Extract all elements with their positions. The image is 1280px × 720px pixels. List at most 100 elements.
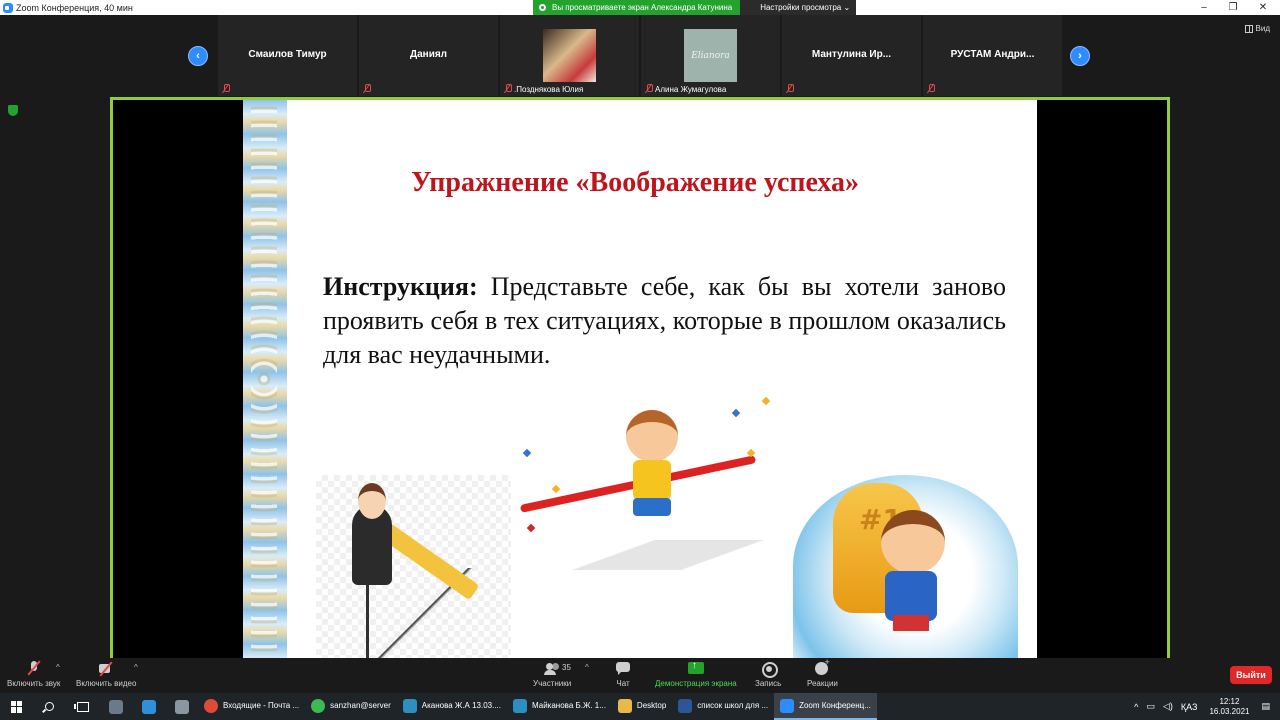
audio-options-caret[interactable]: ^ (56, 663, 60, 672)
avatar-logo-text: Elianora (691, 50, 730, 61)
reactions-button[interactable]: Реакции (807, 657, 838, 688)
windows-taskbar: Входящие - Почта ... sanzhan@server Акан… (0, 693, 1280, 720)
muted-mic-icon (222, 84, 230, 93)
participants-options-caret[interactable]: ^ (585, 663, 589, 672)
task-view-button[interactable] (66, 693, 99, 720)
participant-strip: Смаилов Тимур Даниял .Позднякова Юлия El… (218, 15, 1062, 96)
participant-tile[interactable]: Мантулина Ир... (782, 15, 921, 96)
windows-logo-icon (10, 700, 23, 713)
video-options-caret[interactable]: ^ (134, 663, 138, 672)
pinned-app-icon (174, 699, 189, 714)
language-indicator[interactable]: ҚАЗ (1181, 702, 1198, 712)
participant-tile[interactable]: Даниял (359, 15, 498, 96)
reactions-label: Реакции (807, 679, 838, 688)
confetti (731, 408, 741, 418)
taskbar-app-active[interactable]: Zoom Конференц... (774, 693, 877, 720)
presentation-slide: Упражнение «Воображение успеха» Инструкц… (243, 100, 1037, 658)
share-status-icon (539, 4, 546, 11)
search-button[interactable] (33, 693, 66, 720)
muted-mic-icon (786, 84, 794, 93)
participant-name: Даниял (409, 49, 448, 60)
confetti (522, 448, 532, 458)
view-options-button[interactable]: Настройки просмотра ⌄ (740, 0, 857, 15)
chat-label: Чат (616, 679, 630, 688)
tray-overflow-button[interactable]: ^ (1134, 702, 1138, 712)
share-screen-button[interactable]: Демонстрация экрана (655, 660, 737, 688)
shared-screen: Упражнение «Воображение успеха» Инструкц… (110, 97, 1170, 658)
start-video-label: Включить видео (76, 679, 137, 688)
pinned-app[interactable] (165, 693, 198, 720)
share-screen-label: Демонстрация экрана (655, 679, 737, 688)
girl-climbing-stairs-illustration (316, 475, 511, 658)
confetti (526, 523, 536, 533)
record-button[interactable]: Запись (755, 661, 781, 688)
mic-off-icon (26, 661, 42, 676)
word-icon (678, 698, 693, 713)
boy-head (626, 410, 678, 462)
muted-mic-icon (363, 84, 371, 93)
folder-icon (617, 698, 632, 713)
boy-head (881, 510, 945, 574)
close-button[interactable]: ✕ (1248, 0, 1278, 15)
participants-icon (544, 661, 560, 676)
taskbar-app[interactable]: список школ для ... (672, 693, 774, 720)
confetti (761, 396, 771, 406)
confetti (551, 484, 561, 494)
clock[interactable]: 12:12 16.03.2021 (1209, 697, 1249, 717)
participant-tile[interactable]: Смаилов Тимур (218, 15, 357, 96)
clock-date: 16.03.2021 (1209, 706, 1250, 716)
taskbar-app-label: список школ для ... (697, 701, 769, 710)
zoom-icon (780, 698, 795, 713)
running-boy-illustration (508, 390, 798, 570)
restore-button[interactable]: ❐ (1218, 0, 1248, 15)
muted-mic-icon (927, 84, 935, 93)
record-icon (760, 661, 779, 678)
boy-shorts (633, 498, 671, 516)
taskbar-app[interactable]: sanzhan@server (305, 693, 397, 720)
boy-shirt (633, 460, 671, 500)
taskbar-app[interactable]: Майканова Б.Ж. 1... (507, 693, 612, 720)
volume-icon[interactable]: ◁) (1163, 701, 1173, 712)
boy-with-trophy-illustration: #1 (793, 475, 1018, 658)
share-status: Вы просматриваете экран Александра Катун… (533, 0, 741, 15)
taskbar-app[interactable]: Входящие - Почта ... (198, 693, 305, 720)
boy-shirt (885, 571, 937, 621)
document-icon (513, 698, 527, 713)
participant-tile[interactable]: РУСТАМ Андри... (923, 15, 1062, 96)
chat-button[interactable]: Чат (615, 661, 631, 688)
security-shield-icon[interactable] (8, 105, 18, 116)
network-icon[interactable]: ▭ (1146, 701, 1155, 712)
prev-participants-button[interactable]: ‹ (188, 46, 208, 66)
leave-meeting-button[interactable]: Выйти (1230, 666, 1272, 684)
taskbar-app[interactable]: Desktop (612, 693, 672, 720)
participant-name: РУСТАМ Андри... (950, 49, 1035, 60)
chat-icon (615, 661, 631, 676)
start-button[interactable] (0, 693, 33, 720)
girl-figure (352, 483, 392, 585)
instruction-label: Инструкция: (323, 272, 478, 301)
minimize-button[interactable]: – (1189, 0, 1219, 15)
participants-label: Участники (533, 679, 572, 688)
view-button[interactable]: Вид (1244, 24, 1270, 33)
participant-name: .Позднякова Юлия (514, 85, 584, 94)
next-participants-button[interactable]: › (1070, 46, 1090, 66)
participant-tile[interactable]: .Позднякова Юлия (500, 15, 639, 96)
slide-instruction: Инструкция: Представьте себе, как бы вы … (323, 270, 1006, 372)
muted-mic-icon (504, 84, 512, 93)
chrome-icon (204, 698, 218, 713)
meeting-toolbar: Включить звук ^ Включить видео ^ Участни… (0, 657, 1280, 693)
ground-shadow (508, 540, 788, 570)
participant-tile[interactable]: Elianora Алина Жумагулова (641, 15, 780, 96)
slide-ornament-border (243, 100, 287, 658)
task-view-icon (73, 701, 89, 712)
unmute-button[interactable]: Включить звук (7, 661, 60, 688)
notifications-icon[interactable]: ▤ (1261, 701, 1270, 712)
pinned-app[interactable] (132, 693, 165, 720)
pinned-app[interactable] (99, 693, 132, 720)
pinned-app-icon (141, 699, 156, 714)
document-icon (402, 698, 417, 713)
taskbar-app[interactable]: Аканова Ж.А 13.03.... (397, 693, 507, 720)
messenger-icon (311, 698, 326, 713)
record-label: Запись (755, 679, 782, 688)
start-video-button[interactable]: Включить видео (76, 661, 136, 688)
